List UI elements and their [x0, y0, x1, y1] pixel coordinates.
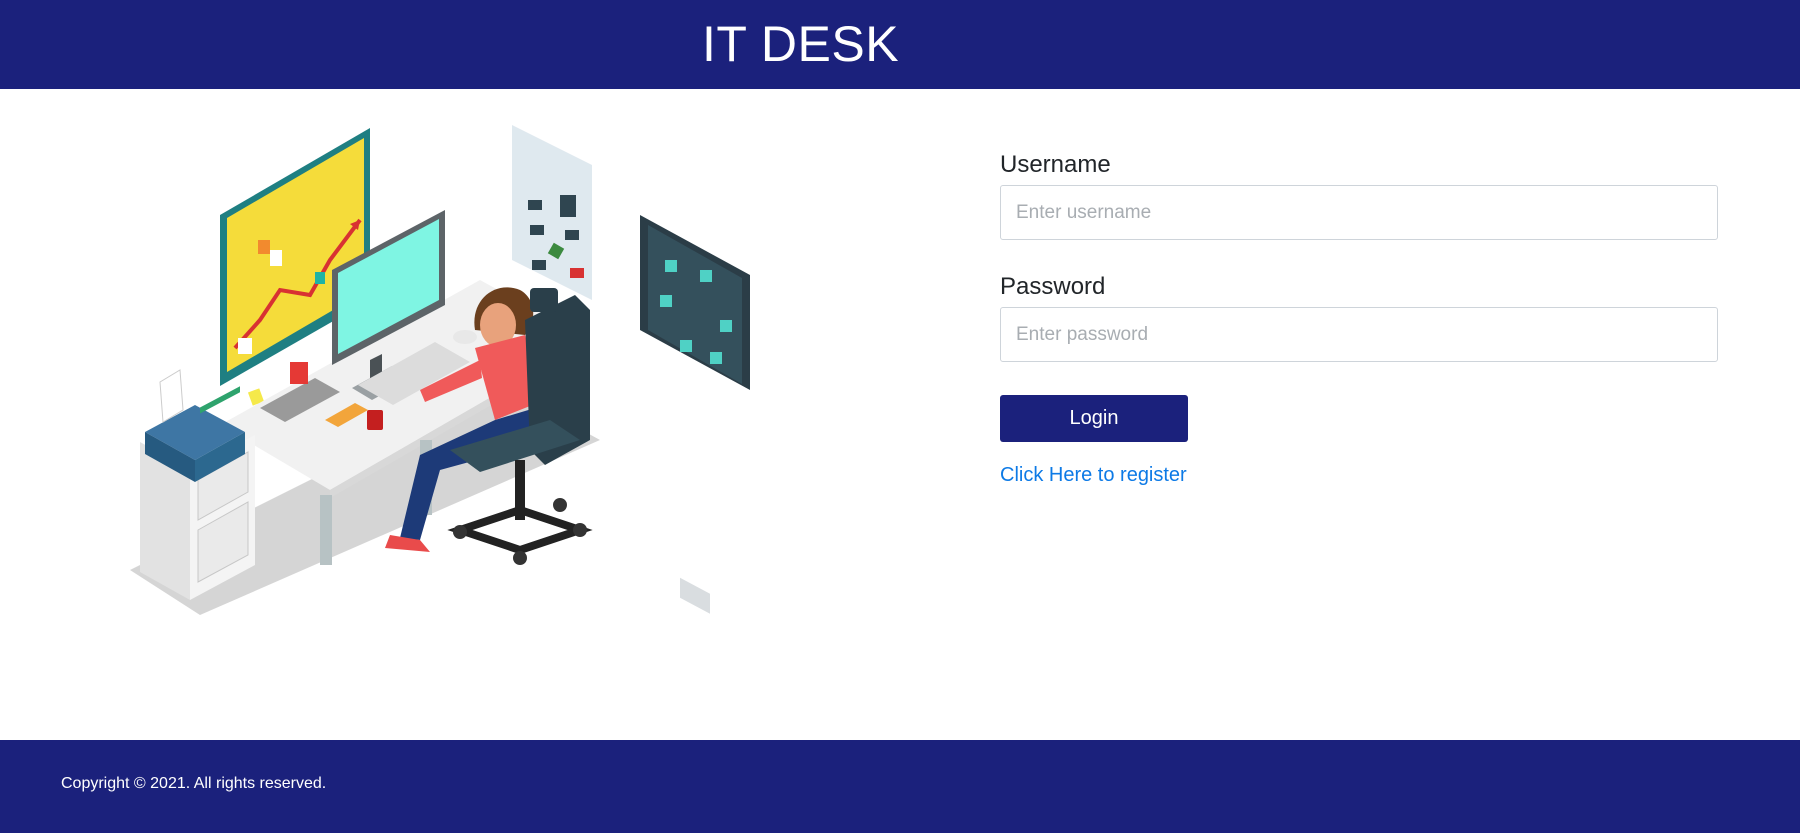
- register-link[interactable]: Click Here to register: [1000, 464, 1187, 487]
- username-label: Username: [1000, 151, 1111, 178]
- diagram-board-icon: [640, 215, 750, 614]
- username-input[interactable]: [1000, 185, 1718, 240]
- top-bar: IT DESK: [0, 0, 1800, 89]
- password-input[interactable]: [1000, 307, 1718, 362]
- app-title: IT DESK: [702, 16, 900, 72]
- copyright-text: Copyright © 2021. All rights reserved.: [61, 775, 327, 792]
- workstation-illustration: [120, 120, 760, 620]
- mouse-icon: [453, 330, 477, 344]
- pencil-cup-icon: [290, 362, 308, 384]
- password-label: Password: [1000, 273, 1106, 300]
- footer: Copyright © 2021. All rights reserved.: [0, 740, 1800, 833]
- login-button[interactable]: Login: [1000, 395, 1188, 442]
- coffee-mug-icon: [367, 410, 383, 430]
